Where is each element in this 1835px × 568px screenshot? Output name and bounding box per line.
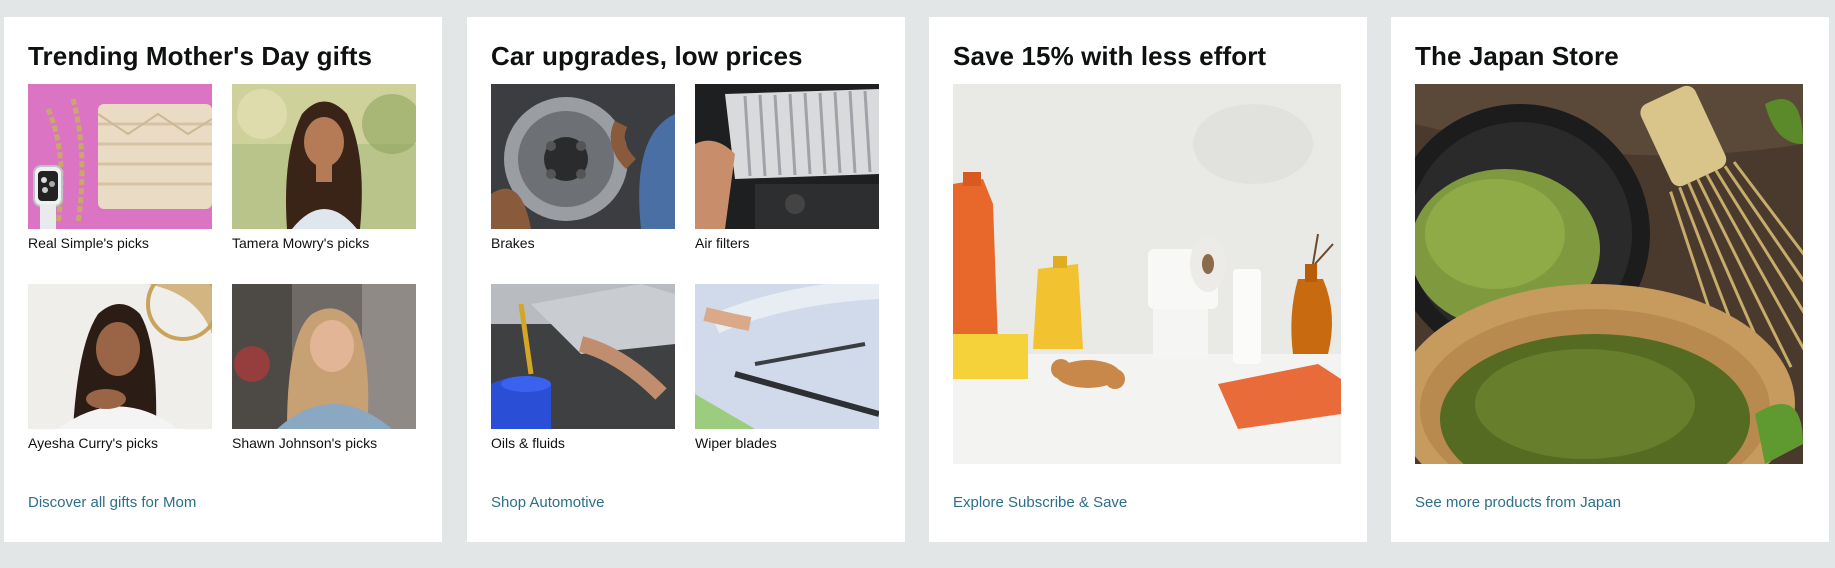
oil-pour-image [491, 284, 675, 429]
household-products-image[interactable] [953, 84, 1341, 464]
card-mothers-day: Trending Mother's Day gifts Real Simple'… [4, 17, 442, 542]
woman-smiling-image [232, 284, 416, 429]
see-more-japan-link[interactable]: See more products from Japan [1415, 494, 1621, 511]
discover-gifts-link[interactable]: Discover all gifts for Mom [28, 494, 196, 511]
woman-portrait-image [232, 84, 416, 229]
card-car-upgrades: Car upgrades, low prices Brakes Air filt… [467, 17, 905, 542]
card-title: Save 15% with less effort [953, 41, 1267, 71]
card-japan-store: The Japan Store See more products from J… [1391, 17, 1829, 542]
card-subscribe-save: Save 15% with less effort Explore Subscr… [929, 17, 1367, 542]
tile-shawn-johnson[interactable]: Shawn Johnson's picks [232, 284, 416, 484]
card-title: Car upgrades, low prices [491, 41, 803, 71]
tile-brakes[interactable]: Brakes [491, 84, 675, 284]
tile-wiper-blades[interactable]: Wiper blades [695, 284, 879, 484]
woman-portrait-image [28, 284, 212, 429]
tile-caption: Air filters [695, 235, 750, 251]
wiper-blade-image [695, 284, 879, 429]
tile-caption: Oils & fluids [491, 435, 565, 451]
tile-caption: Shawn Johnson's picks [232, 435, 378, 451]
page-bottom-divider [0, 556, 1835, 568]
card-title: Trending Mother's Day gifts [28, 41, 373, 71]
matcha-tea-image[interactable] [1415, 84, 1803, 464]
tile-caption: Ayesha Curry's picks [28, 435, 159, 451]
watch-and-purse-image [28, 84, 212, 229]
tile-ayesha-curry[interactable]: Ayesha Curry's picks [28, 284, 212, 484]
card-title: The Japan Store [1415, 41, 1619, 71]
tile-real-simple[interactable]: Real Simple's picks [28, 84, 212, 284]
air-filter-image [695, 84, 879, 229]
tile-oils-fluids[interactable]: Oils & fluids [491, 284, 675, 484]
tile-air-filters[interactable]: Air filters [695, 84, 879, 284]
brake-rotor-image [491, 84, 675, 229]
tile-caption: Tamera Mowry's picks [232, 235, 370, 251]
tile-grid: Real Simple's picks Tamera Mowry's picks [28, 84, 418, 484]
tile-caption: Real Simple's picks [28, 235, 149, 251]
shop-automotive-link[interactable]: Shop Automotive [491, 494, 604, 511]
explore-subscribe-link[interactable]: Explore Subscribe & Save [953, 494, 1127, 511]
tile-caption: Brakes [491, 235, 535, 251]
tile-tamera-mowry[interactable]: Tamera Mowry's picks [232, 84, 416, 284]
tile-grid: Brakes Air filters Oils & fluids Wiper b… [491, 84, 881, 484]
tile-caption: Wiper blades [695, 435, 777, 451]
